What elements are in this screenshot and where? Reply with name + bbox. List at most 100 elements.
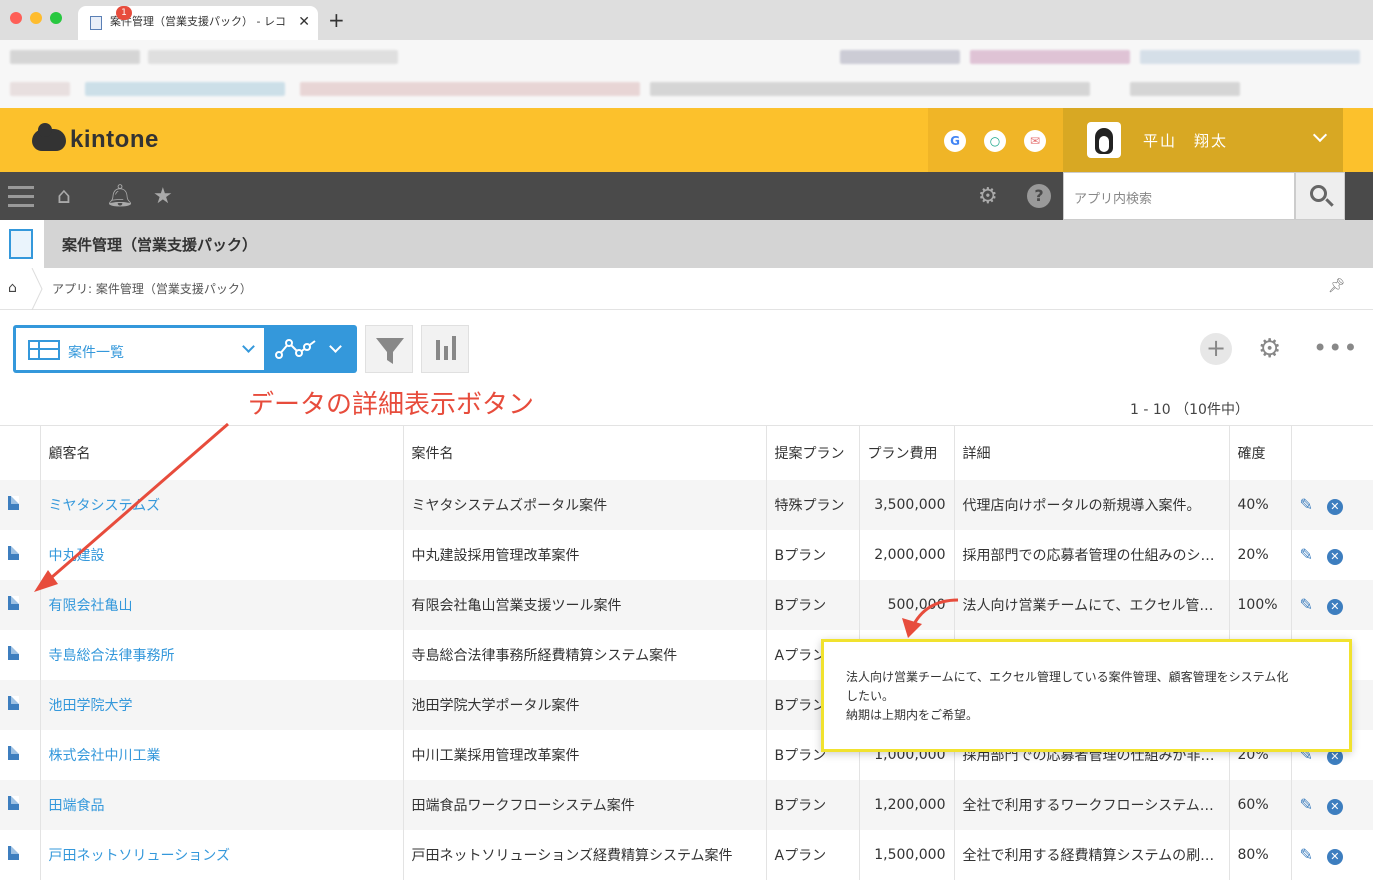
table-row: 田端食品 田端食品ワークフローシステム案件 Bプラン 1,200,000 全社で利用する… — [0, 779, 1373, 830]
kintone-favicon-icon — [90, 16, 102, 30]
cost-cell: 1,500,000 — [858, 829, 954, 880]
minimize-window-button[interactable] — [30, 12, 42, 24]
document-icon[interactable] — [8, 545, 19, 560]
delete-icon[interactable]: ✕ — [1326, 498, 1343, 515]
browser-tab[interactable]: 案件管理（営業支援パック） - レコ ✕ — [78, 6, 318, 40]
kintone-cloud-icon — [32, 123, 66, 151]
graph-button[interactable] — [421, 325, 469, 373]
delete-icon[interactable]: ✕ — [1326, 548, 1343, 565]
detail-button[interactable] — [0, 730, 40, 780]
help-icon[interactable]: ? — [1027, 184, 1051, 208]
column-header[interactable]: 顧客名 — [39, 425, 403, 480]
document-icon[interactable] — [8, 745, 19, 760]
row-actions: ✎✕ — [1290, 529, 1373, 580]
customer-name-cell[interactable]: 有限会社亀山 — [39, 579, 403, 630]
cost-cell: 2,000,000 — [858, 529, 954, 580]
user-menu[interactable]: 平山 翔太 — [1063, 108, 1343, 172]
star-icon[interactable]: ★ — [153, 184, 173, 209]
mail-icon[interactable]: ✉ — [1024, 130, 1046, 152]
detail-button[interactable] — [0, 530, 40, 580]
breadcrumb-separator — [31, 268, 43, 310]
customer-name-cell[interactable]: 寺島総合法律事務所 — [39, 629, 403, 680]
plan-cell: Bプラン — [765, 529, 859, 580]
document-icon[interactable] — [8, 795, 19, 810]
project-name-cell: ミヤタシステムズポータル案件 — [402, 479, 766, 530]
customer-name-cell[interactable]: 戸田ネットソリューションズ — [39, 829, 403, 880]
customer-name-cell[interactable]: 池田学院大学 — [39, 679, 403, 730]
breadcrumb-home-icon[interactable]: ⌂ — [8, 280, 17, 296]
tab-title: 案件管理（営業支援パック） - レコ — [110, 15, 286, 28]
app-search-input[interactable]: アプリ内検索 — [1063, 172, 1295, 220]
document-icon[interactable] — [8, 495, 19, 510]
view-selector[interactable]: 案件一覧 — [13, 325, 357, 373]
more-options-icon[interactable]: ••• — [1313, 334, 1358, 362]
new-tab-button[interactable]: + — [328, 8, 345, 32]
delete-icon[interactable]: ✕ — [1326, 848, 1343, 865]
column-header[interactable]: プラン費用 — [858, 425, 954, 480]
probability-cell: 60% — [1228, 779, 1291, 830]
edit-pencil-icon[interactable]: ✎ — [1300, 845, 1313, 864]
detail-cell: 全社で利用するワークフローシステム… — [953, 779, 1229, 830]
bookmarks-bar — [0, 40, 1373, 108]
column-header[interactable]: 確度 — [1228, 425, 1291, 480]
graph-view-icon[interactable] — [275, 337, 319, 361]
close-window-button[interactable] — [10, 12, 22, 24]
view-name: 案件一覧 — [68, 345, 124, 361]
search-button[interactable] — [1295, 172, 1345, 220]
add-record-button[interactable]: + — [1200, 333, 1232, 365]
app-settings-gear-icon[interactable]: ⚙ — [1258, 335, 1281, 363]
chevron-down-icon — [1312, 127, 1328, 143]
table-view-icon — [28, 340, 60, 360]
edit-pencil-icon[interactable]: ✎ — [1300, 495, 1313, 514]
delete-icon[interactable]: ✕ — [1326, 598, 1343, 615]
kintone-logo[interactable]: kintone — [32, 123, 159, 154]
kintone-header: kintone G ○ ✉ 平山 翔太 — [0, 108, 1373, 172]
notification-badge: 1 — [116, 6, 132, 20]
customer-name-cell[interactable]: 中丸建設 — [39, 529, 403, 580]
tooltip-line: したい。 — [846, 689, 895, 703]
browser-tab-bar: 案件管理（営業支援パック） - レコ ✕ + — [0, 0, 1373, 40]
detail-button[interactable] — [0, 679, 40, 730]
detail-button[interactable] — [0, 630, 40, 680]
gear-icon[interactable]: ⚙ — [978, 184, 998, 209]
probability-cell: 40% — [1228, 479, 1291, 530]
plan-cell: Bプラン — [765, 779, 859, 830]
delete-icon[interactable]: ✕ — [1326, 798, 1343, 815]
google-icon[interactable]: G — [944, 130, 966, 152]
bar-chart-icon — [436, 336, 456, 360]
breadcrumb-app-link[interactable]: アプリ: 案件管理（営業支援パック） — [52, 280, 252, 297]
menu-icon[interactable] — [8, 186, 34, 213]
edit-pencil-icon[interactable]: ✎ — [1300, 595, 1313, 614]
edit-pencil-icon[interactable]: ✎ — [1300, 545, 1313, 564]
detail-button[interactable] — [0, 779, 40, 830]
tab-close-icon[interactable]: ✕ — [298, 6, 310, 38]
edit-pencil-icon[interactable]: ✎ — [1300, 795, 1313, 814]
cost-cell: 500,000 — [858, 579, 954, 630]
chevron-down-icon[interactable] — [329, 340, 342, 353]
column-header[interactable]: 詳細 — [953, 425, 1229, 480]
document-icon[interactable] — [8, 695, 19, 710]
document-icon[interactable] — [8, 645, 19, 660]
home-icon[interactable]: ⌂ — [57, 184, 71, 209]
garoon-icon[interactable]: ○ — [984, 130, 1006, 152]
pin-icon[interactable]: 📌︎ — [1328, 278, 1346, 294]
detail-button[interactable] — [0, 579, 40, 630]
detail-button[interactable] — [0, 479, 40, 530]
maximize-window-button[interactable] — [50, 12, 62, 24]
probability-cell: 100% — [1228, 579, 1291, 630]
row-actions: ✎✕ — [1290, 479, 1373, 530]
app-icon[interactable] — [0, 220, 44, 268]
table-row: 戸田ネットソリューションズ 戸田ネットソリューションズ経費精算システム案件 Aプラン… — [0, 829, 1373, 880]
filter-button[interactable] — [365, 325, 413, 373]
bell-icon[interactable]: 🔔︎ — [106, 184, 134, 209]
column-header[interactable]: 提案プラン — [765, 425, 859, 480]
customer-name-cell[interactable]: ミヤタシステムズ — [39, 479, 403, 530]
document-icon[interactable] — [8, 595, 19, 610]
document-icon[interactable] — [8, 845, 19, 860]
row-actions: ✎✕ — [1290, 829, 1373, 880]
plan-cell: Bプラン — [765, 579, 859, 630]
column-header[interactable]: 案件名 — [402, 425, 766, 480]
customer-name-cell[interactable]: 株式会社中川工業 — [39, 729, 403, 780]
customer-name-cell[interactable]: 田端食品 — [39, 779, 403, 830]
detail-button[interactable] — [0, 830, 40, 880]
